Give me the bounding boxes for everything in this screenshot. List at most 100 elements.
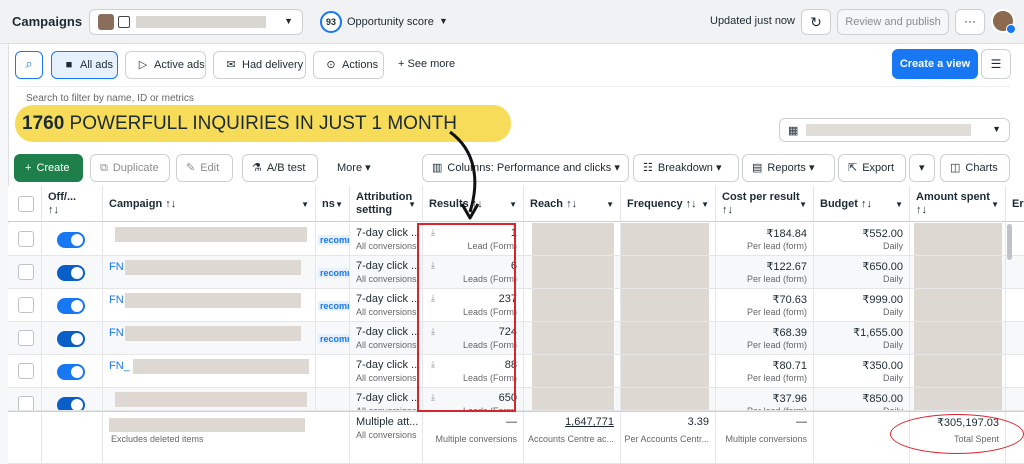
campaign-toggle[interactable]: [57, 265, 85, 281]
column-label: Er: [1012, 198, 1024, 210]
campaign-name-cell[interactable]: [103, 388, 316, 410]
download-icon: ⤓: [431, 359, 435, 369]
download-icon: ⤓: [431, 260, 435, 270]
campaign-toggle[interactable]: [57, 331, 85, 347]
create-button[interactable]: + Create: [14, 154, 83, 182]
campaign-name-prefix[interactable]: FN: [109, 327, 124, 339]
totals-attribution-sub: All conversions: [356, 430, 417, 440]
row-checkbox[interactable]: [18, 231, 34, 247]
opportunity-score-label[interactable]: Opportunity score: [347, 16, 434, 28]
refresh-button[interactable]: ↻: [801, 9, 831, 35]
budget-cell[interactable]: ₹999.00 Daily: [814, 289, 910, 321]
column-label: Attribution setting: [356, 191, 413, 216]
frequency-cell: [621, 322, 716, 354]
table-row[interactable]: FN_ 7-day click ... All conversions ⤓ 88 Lead…: [8, 355, 1024, 388]
see-more-link[interactable]: + See more: [398, 58, 455, 70]
campaign-name-prefix[interactable]: FN: [109, 294, 124, 306]
column-frequency[interactable]: Frequency ↑↓ ▼: [621, 186, 716, 221]
tab-actions[interactable]: ⊙ Actions: [313, 51, 384, 79]
tab-all-ads[interactable]: ■ All ads: [51, 51, 118, 79]
row-checkbox[interactable]: [18, 330, 34, 346]
campaign-toggle[interactable]: [57, 298, 85, 314]
review-publish-button[interactable]: Review and publish: [837, 9, 949, 35]
reach-cell: [524, 289, 621, 321]
row-checkbox[interactable]: [18, 264, 34, 280]
campaign-name-cell[interactable]: FN_: [103, 355, 316, 387]
totals-reach[interactable]: 1,647,771: [565, 416, 614, 428]
recommendation-badge[interactable]: recomn: [318, 235, 349, 245]
recommendation-badge[interactable]: recomn: [318, 301, 349, 311]
ends-cell: [1006, 256, 1024, 288]
edit-button[interactable]: ✎ Edit: [176, 154, 233, 182]
view-settings-button[interactable]: ☰: [981, 49, 1011, 79]
sort-icon: ↑↓: [722, 204, 733, 216]
redacted-text: [621, 223, 709, 255]
column-cost-per-result[interactable]: Cost per result ↑↓ ▼: [716, 186, 814, 221]
column-partial[interactable]: ns ▼: [316, 186, 350, 221]
more-options-button[interactable]: ···: [955, 9, 985, 35]
more-menu-button[interactable]: More ▾: [327, 154, 391, 182]
recommendation-badge[interactable]: recomn: [318, 334, 349, 344]
search-button[interactable]: ⌕: [15, 51, 43, 79]
saved-view-select[interactable]: ▦ ▼: [779, 118, 1010, 142]
column-attribution[interactable]: Attribution setting ▼: [350, 186, 423, 221]
budget-cell[interactable]: ₹552.00 Daily: [814, 223, 910, 255]
row-toggle-cell: [42, 388, 103, 410]
recommendation-badge[interactable]: recomn: [318, 268, 349, 278]
column-label: Reach ↑↓: [530, 198, 578, 210]
column-off-on[interactable]: Off/... ↑↓: [42, 186, 103, 221]
tab-active-ads[interactable]: ▷ Active ads: [125, 51, 206, 79]
budget-sub: Daily: [883, 406, 903, 410]
reports-button[interactable]: ▤ Reports ▾: [742, 154, 835, 182]
budget-sub: Daily: [882, 241, 903, 251]
row-checkbox[interactable]: [18, 363, 34, 379]
table-row[interactable]: FN recomn 7-day click ... All conversions ⤓ 6…: [8, 256, 1024, 289]
ab-test-button[interactable]: ⚗ A/B test: [242, 154, 318, 182]
table-row[interactable]: 7-day click ... All conversions ⤓ 650 Leads …: [8, 388, 1024, 411]
table-row[interactable]: recomn 7-day click ... All conversions ⤓ 1 Le…: [8, 223, 1024, 256]
budget-cell[interactable]: ₹1,655.00 Daily: [814, 322, 910, 354]
column-ends[interactable]: Er: [1006, 186, 1024, 221]
column-reach[interactable]: Reach ↑↓ ▼: [524, 186, 621, 221]
export-options-button[interactable]: ▾: [909, 154, 935, 182]
breakdown-button[interactable]: ☷ Breakdown ▾: [633, 154, 739, 182]
user-avatar[interactable]: [991, 9, 1016, 34]
cost-per-result-cell: ₹122.67 Per lead (form): [716, 256, 814, 288]
results-cell: ⤓ 724 Leads (Form): [423, 322, 524, 354]
export-button[interactable]: ⇱ Export: [838, 154, 906, 182]
plus-icon: +: [25, 162, 32, 174]
column-budget[interactable]: Budget ↑↓ ▼: [814, 186, 910, 221]
select-all-checkbox[interactable]: [18, 196, 34, 212]
reach-cell: [524, 223, 621, 255]
campaign-toggle[interactable]: [57, 397, 85, 410]
campaign-name-prefix[interactable]: FN_: [109, 360, 130, 372]
campaign-toggle[interactable]: [57, 232, 85, 248]
column-campaign[interactable]: Campaign ↑↓ ▼: [103, 186, 316, 221]
totals-reach-sub: Accounts Centre ac...: [527, 434, 614, 444]
ad-account-select[interactable]: ▼: [89, 9, 303, 35]
campaign-name-cell[interactable]: [103, 223, 316, 255]
campaign-name-prefix[interactable]: FN: [109, 261, 124, 273]
duplicate-button[interactable]: ⧉ Duplicate: [90, 154, 170, 182]
campaign-name-cell[interactable]: FN: [103, 256, 316, 288]
campaign-name-cell[interactable]: FN: [103, 322, 316, 354]
campaign-name-cell[interactable]: FN: [103, 289, 316, 321]
row-checkbox[interactable]: [18, 297, 34, 313]
create-view-button[interactable]: Create a view: [892, 49, 978, 79]
table-row[interactable]: FN recomn 7-day click ... All conversions ⤓ 2…: [8, 289, 1024, 322]
budget-cell[interactable]: ₹850.00Daily: [814, 388, 910, 410]
chevron-down-icon[interactable]: ▼: [439, 16, 448, 26]
table-row[interactable]: FN recomn 7-day click ... All conversions ⤓ 7…: [8, 322, 1024, 355]
column-amount-spent[interactable]: Amount spent ↑↓ ▼: [910, 186, 1006, 221]
row-checkbox[interactable]: [18, 396, 34, 410]
campaign-toggle[interactable]: [57, 364, 85, 380]
budget-cell[interactable]: ₹350.00 Daily: [814, 355, 910, 387]
banner-number: 1760: [22, 113, 65, 134]
chevron-down-icon: ▼: [991, 200, 999, 209]
charts-button[interactable]: ◫ Charts: [940, 154, 1010, 182]
budget-value: ₹999.00: [862, 294, 903, 306]
budget-cell[interactable]: ₹650.00 Daily: [814, 256, 910, 288]
table-scrollbar[interactable]: [1007, 224, 1012, 260]
opportunity-score-badge[interactable]: 93: [320, 11, 342, 33]
tab-had-delivery[interactable]: ✉ Had delivery: [213, 51, 306, 79]
